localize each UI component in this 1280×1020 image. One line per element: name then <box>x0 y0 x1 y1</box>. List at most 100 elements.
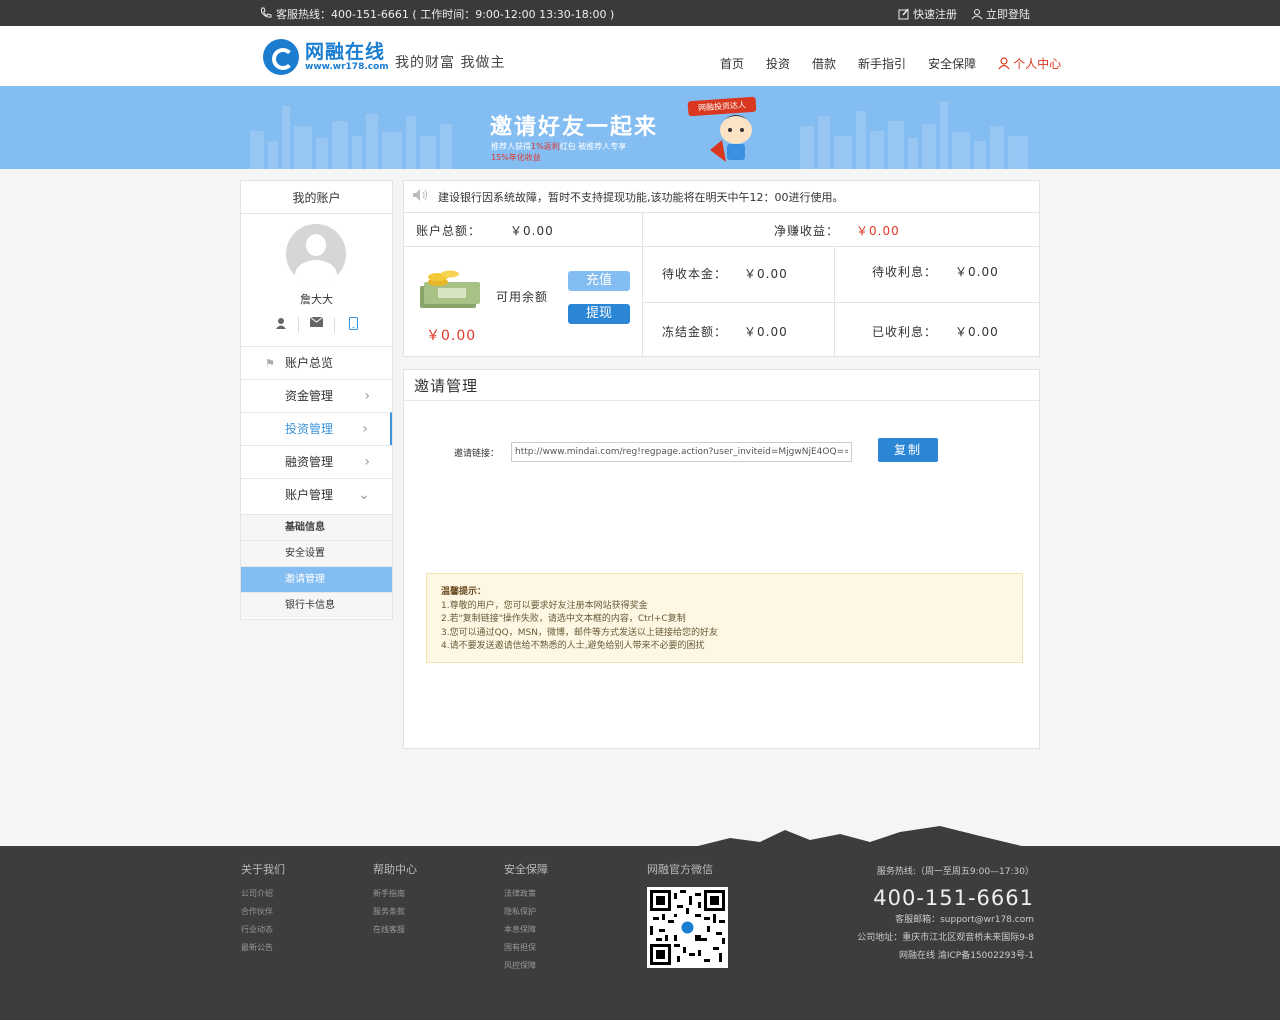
banner-sub-d: 15%年化收益 <box>491 153 541 162</box>
mail-icon[interactable] <box>299 316 335 333</box>
invite-banner[interactable]: 网融投资达人 邀请好友一起来 推荐人获得1%返利红包 被推荐人专享15%年化收益 <box>0 86 1280 169</box>
available-balance-value: ￥0.00 <box>426 328 477 344</box>
login-link[interactable]: 立即登陆 <box>971 6 1030 22</box>
pending-principal-label: 待收本金： <box>662 267 728 281</box>
sidebar-item-financing[interactable]: 融资管理 › <box>241 445 392 478</box>
avatar[interactable] <box>286 224 346 284</box>
logo-title: 网融在线 <box>305 40 386 63</box>
tip-item: 1.尊敬的用户，您可以要求好友注册本网站获得奖金 <box>441 600 648 611</box>
tips-box: 温馨提示： 1.尊敬的用户，您可以要求好友注册本网站获得奖金 2.若"复制链接"… <box>426 573 1023 663</box>
banner-sub-c: 红包 被推荐人专享 <box>559 142 627 151</box>
sidebar-menu: ⚑ 账户总览 资金管理 › 投资管理 › 融资管理 › 账户管理 ⌄ <box>241 346 392 511</box>
footer-link[interactable]: 隐私保护 <box>504 903 548 921</box>
verify-icons <box>263 316 371 333</box>
banner-subtext: 推荐人获得1%返利红包 被推荐人专享 15%年化收益 <box>491 141 642 163</box>
withdraw-button[interactable]: 提现 <box>568 304 630 324</box>
personal-center-label: 个人中心 <box>1013 57 1062 71</box>
sidebar-item-funds[interactable]: 资金管理 › <box>241 379 392 412</box>
footer-phone: 400-151-6661 <box>873 886 1034 910</box>
mascot-icon <box>710 115 752 162</box>
net-income-label: 净赚收益： <box>774 224 840 238</box>
logo-url: www.wr178.com <box>305 61 389 72</box>
copy-button[interactable]: 复制 <box>878 438 938 462</box>
nav-guide[interactable]: 新手指引 <box>858 55 906 72</box>
wechat-qr-code <box>647 887 728 968</box>
nav-borrow[interactable]: 借款 <box>812 55 836 72</box>
footer-link[interactable]: 服务条款 <box>373 903 417 921</box>
sidebar-item-label: 资金管理 <box>285 389 334 403</box>
edit-icon <box>898 8 909 20</box>
frozen-amount-value: ￥0.00 <box>744 325 788 339</box>
footer-link[interactable]: 最新公告 <box>241 939 285 957</box>
sidebar-title: 我的账户 <box>241 181 392 214</box>
footer-link[interactable]: 合作伙伴 <box>241 903 285 921</box>
register-link[interactable]: 快速注册 <box>898 6 957 22</box>
footer-email: 客服邮箱：support@wr178.com <box>895 915 1034 925</box>
logo[interactable]: 网融在线 www.wr178.com <box>263 39 389 75</box>
sidebar-item-label: 账户总览 <box>285 356 334 370</box>
submenu-bank-card[interactable]: 银行卡信息 <box>241 592 392 618</box>
slogan: 我的财富 我做主 <box>395 55 506 71</box>
tip-item: 4.请不要发送邀请信给不熟悉的人士,避免给别人带来不必要的困扰 <box>441 641 705 651</box>
banner-sub-b: 1%返利 <box>531 142 560 151</box>
hotline-text: 客服热线：400-151-6661 ( 工作时间：9:00-12:00 13:3… <box>276 8 615 21</box>
mountain-decoration <box>690 826 1030 848</box>
sidebar-item-label: 投资管理 <box>285 422 334 436</box>
hotline: 客服热线：400-151-6661 ( 工作时间：9:00-12:00 13:3… <box>260 6 614 22</box>
footer-col-wechat: 网融官方微信 <box>647 861 713 885</box>
footer-icp: 网融在线 渝ICP备15002293号-1 <box>898 951 1034 961</box>
user-icon <box>998 57 1010 70</box>
tip-item: 2.若"复制链接"操作失败，请选中文本框的内容，Ctrl+C复制 <box>441 614 686 624</box>
footer-col-help: 帮助中心 新手指南 服务条款 在线客服 <box>373 861 417 939</box>
total-assets-label: 账户总额： <box>416 224 482 238</box>
footer-link[interactable]: 本息保障 <box>504 921 548 939</box>
tips-title: 温馨提示： <box>441 587 487 597</box>
footer-link[interactable]: 国有担保 <box>504 939 548 957</box>
identity-icon[interactable] <box>263 317 299 333</box>
available-balance-label: 可用余额 <box>496 290 549 304</box>
footer-link[interactable]: 法律政策 <box>504 885 548 903</box>
header: 网融在线 www.wr178.com 我的财富 我做主 首页 投资 借款 新手指… <box>0 26 1280 86</box>
submenu-invite[interactable]: 邀请管理 <box>241 566 392 592</box>
tip-item: 3.您可以通过QQ，MSN，微博，邮件等方式发送以上链接给您的好友 <box>441 627 718 638</box>
sidebar-item-investments[interactable]: 投资管理 › <box>241 412 392 445</box>
sidebar-item-account[interactable]: 账户管理 ⌄ <box>241 478 392 511</box>
account-summary: 账户总额： ￥0.00 净赚收益： ￥0.00 可用余额 ￥0.00 充值 提现… <box>403 213 1040 357</box>
sidebar-item-label: 融资管理 <box>285 455 334 469</box>
invite-link-field[interactable] <box>511 442 852 462</box>
invite-link-label: 邀请链接： <box>454 449 500 459</box>
chevron-right-icon: › <box>362 421 368 437</box>
footer-col-about: 关于我们 公司介绍 合作伙伴 行业动态 最新公告 <box>241 861 285 957</box>
footer-link[interactable]: 新手指南 <box>373 885 417 903</box>
submenu-security[interactable]: 安全设置 <box>241 540 392 566</box>
nav-home[interactable]: 首页 <box>720 55 744 72</box>
money-icon <box>420 270 480 308</box>
footer-col-security: 安全保障 法律政策 隐私保护 本息保障 国有担保 风控保障 <box>504 861 548 975</box>
sidebar-item-overview[interactable]: ⚑ 账户总览 <box>241 346 392 379</box>
nav-security[interactable]: 安全保障 <box>928 55 976 72</box>
service-hours: 服务热线:（周一至周五9:00—17:30） <box>876 867 1034 877</box>
nav-invest[interactable]: 投资 <box>766 55 790 72</box>
received-interest-value: ￥0.00 <box>955 325 999 339</box>
user-icon <box>971 9 983 20</box>
qr-code-icon <box>650 890 725 965</box>
nav-personal-center[interactable]: 个人中心 <box>998 55 1061 72</box>
submenu-basic-info[interactable]: 基础信息 <box>241 514 392 540</box>
footer-col-title: 关于我们 <box>241 863 285 876</box>
pending-interest-label: 待收利息： <box>872 265 938 279</box>
sidebar-item-label: 账户管理 <box>285 488 334 502</box>
recharge-button[interactable]: 充值 <box>568 271 630 291</box>
footer-link[interactable]: 公司介绍 <box>241 885 285 903</box>
banner-sub-a: 推荐人获得 <box>491 142 531 151</box>
footer-link[interactable]: 在线客服 <box>373 921 417 939</box>
speaker-icon <box>412 188 430 205</box>
top-bar: 客服热线：400-151-6661 ( 工作时间：9:00-12:00 13:3… <box>0 0 1280 26</box>
chevron-right-icon: › <box>364 388 370 404</box>
footer-address: 公司地址：重庆市江北区观音桥未来国际9-8 <box>857 933 1034 943</box>
footer: 关于我们 公司介绍 合作伙伴 行业动态 最新公告 帮助中心 新手指南 服务条款 … <box>0 846 1280 1020</box>
notice-text: 建设银行因系统故障，暂时不支持提现功能,该功能将在明天中午12：00进行使用。 <box>438 190 844 204</box>
chevron-right-icon: › <box>364 454 370 470</box>
footer-link[interactable]: 行业动态 <box>241 921 285 939</box>
mobile-icon[interactable] <box>335 317 371 333</box>
footer-link[interactable]: 风控保障 <box>504 957 548 975</box>
